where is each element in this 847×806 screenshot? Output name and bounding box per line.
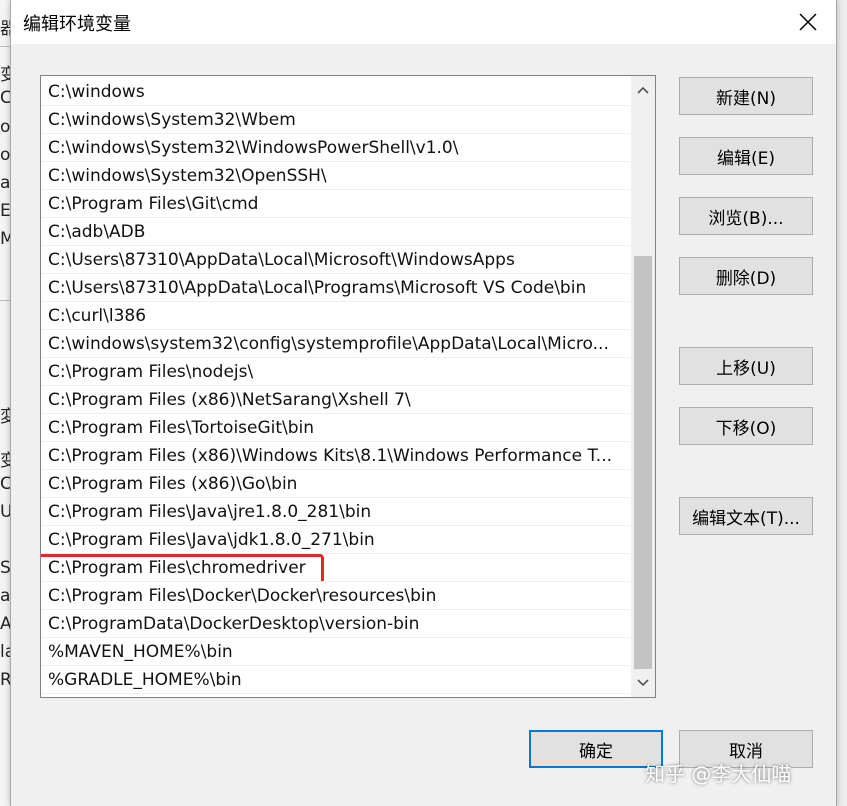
path-text: C:\adb\ADB (48, 222, 146, 242)
path-text: C:\Users\87310\AppData\Local\Programs\Mi… (48, 278, 587, 298)
path-text: C:\Program Files\Docker\Docker\resources… (48, 586, 437, 606)
path-text: C:\curl\l386 (48, 306, 147, 326)
path-text: C:\Program Files\Java\jre1.8.0_281\bin (48, 502, 372, 522)
path-text: C:\windows (48, 82, 145, 102)
close-icon (799, 13, 817, 31)
chevron-up-icon (637, 86, 649, 94)
path-list-item[interactable]: C:\Users\87310\AppData\Local\Programs\Mi… (41, 274, 630, 302)
path-text: C:\windows\System32\WindowsPowerShell\v1… (48, 138, 459, 158)
path-text: C:\windows\system32\config\systemprofile… (48, 334, 609, 354)
path-text: C:\windows\System32\Wbem (48, 110, 296, 130)
path-text: %MAVEN_HOME%\bin (48, 642, 233, 662)
path-list: C:\windows C:\windows\System32\Wbem C:\win… (41, 78, 630, 694)
path-list-item[interactable]: C:\Program Files (x86)\Go\bin (41, 470, 630, 498)
path-list-item[interactable]: C:\Program Files\chromedriver (41, 554, 630, 582)
path-list-item[interactable]: C:\Program Files (x86)\Windows Kits\8.1\… (41, 442, 630, 470)
path-listbox[interactable]: C:\windows C:\windows\System32\Wbem C:\win… (40, 75, 656, 698)
path-list-item[interactable]: %MAVEN_HOME%\bin (41, 638, 630, 666)
path-text: C:\Program Files\Git\cmd (48, 194, 259, 214)
edit-environment-variable-dialog: 编辑环境变量 C:\windows C:\windows\System32\Wbe… (10, 0, 837, 806)
path-list-item[interactable]: %GRADLE_HOME%\bin (41, 666, 630, 694)
vertical-scrollbar[interactable] (631, 76, 655, 697)
path-list-item[interactable]: C:\Program Files (x86)\NetSarang\Xshell … (41, 386, 630, 414)
path-text: C:\Program Files\TortoiseGit\bin (48, 418, 315, 438)
path-list-item[interactable]: C:\windows\System32\Wbem (41, 106, 630, 134)
path-text: C:\Program Files (x86)\NetSarang\Xshell … (48, 390, 411, 410)
path-list-item[interactable]: C:\Program Files\Java\jdk1.8.0_271\bin (41, 526, 630, 554)
path-list-item[interactable]: C:\Program Files\TortoiseGit\bin (41, 414, 630, 442)
scroll-up-button[interactable] (631, 76, 655, 104)
browse-button[interactable]: 浏览(B)... (679, 197, 813, 235)
edit-text-button[interactable]: 编辑文本(T)... (679, 497, 813, 535)
watermark: 知乎 @李大仙喵 (645, 762, 792, 786)
path-text: C:\ProgramData\DockerDesktop\version-bin (48, 614, 420, 634)
path-list-item[interactable]: C:\Program Files\nodejs\ (41, 358, 630, 386)
path-list-item[interactable]: C:\Program Files\Git\cmd (41, 190, 630, 218)
path-text: C:\Users\87310\AppData\Local\Microsoft\W… (48, 250, 515, 270)
path-list-item[interactable]: C:\windows\System32\WindowsPowerShell\v1… (41, 134, 630, 162)
chevron-down-icon (637, 679, 649, 687)
path-list-item[interactable]: C:\windows\system32\config\systemprofile… (41, 330, 630, 358)
path-text: C:\Program Files (x86)\Go\bin (48, 474, 298, 494)
path-list-item[interactable]: C:\Users\87310\AppData\Local\Microsoft\W… (41, 246, 630, 274)
title-bar: 编辑环境变量 (11, 0, 836, 44)
path-text: C:\Program Files\nodejs\ (48, 362, 254, 382)
path-text: C:\Program Files\Java\jdk1.8.0_271\bin (48, 530, 375, 550)
path-list-item[interactable]: C:\ProgramData\DockerDesktop\version-bin (41, 610, 630, 638)
scroll-thumb[interactable] (634, 256, 652, 669)
annotation-highlight-box (41, 554, 324, 581)
move-up-button[interactable]: 上移(U) (679, 347, 813, 385)
path-list-item[interactable]: C:\Program Files\Docker\Docker\resources… (41, 582, 630, 610)
edit-button[interactable]: 编辑(E) (679, 137, 813, 175)
path-text: C:\Program Files (x86)\Windows Kits\8.1\… (48, 446, 613, 466)
new-button[interactable]: 新建(N) (679, 77, 813, 115)
delete-button[interactable]: 删除(D) (679, 257, 813, 295)
path-list-item[interactable]: C:\windows\System32\OpenSSH\ (41, 162, 630, 190)
scroll-down-button[interactable] (631, 669, 655, 697)
path-list-item[interactable]: C:\Program Files\Java\jre1.8.0_281\bin (41, 498, 630, 526)
dialog-title: 编辑环境变量 (23, 14, 131, 35)
path-list-item[interactable]: C:\adb\ADB (41, 218, 630, 246)
move-down-button[interactable]: 下移(O) (679, 407, 813, 445)
path-text: C:\windows\System32\OpenSSH\ (48, 166, 327, 186)
ok-button[interactable]: 确定 (529, 730, 663, 768)
close-button[interactable] (788, 6, 828, 38)
path-text: %GRADLE_HOME%\bin (48, 670, 242, 690)
path-list-item[interactable]: C:\curl\l386 (41, 302, 630, 330)
path-list-item[interactable]: C:\windows (41, 78, 630, 106)
